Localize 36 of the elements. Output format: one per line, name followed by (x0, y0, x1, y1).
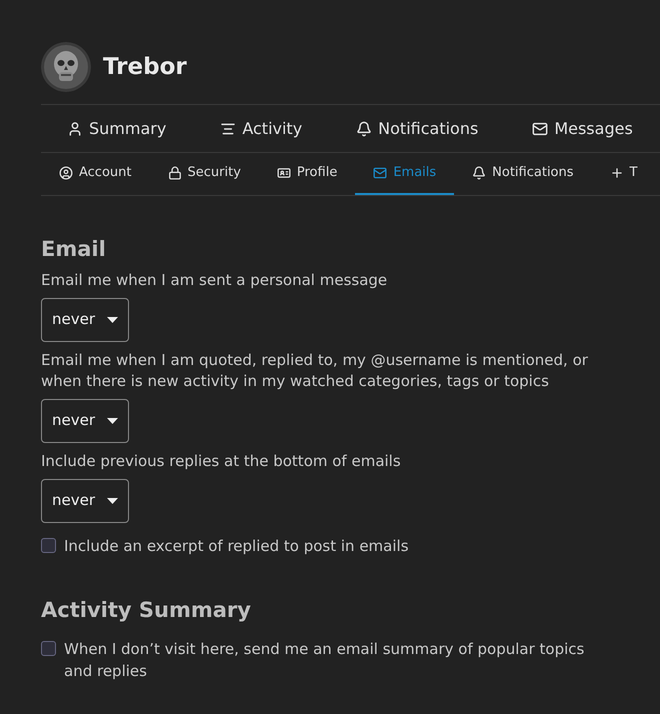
tab[interactable]: Security (150, 153, 259, 195)
bell-icon (472, 166, 486, 180)
plus-icon (610, 166, 624, 180)
section-heading: Activity Summary (41, 596, 252, 624)
lines-icon (220, 120, 236, 136)
caret-icon (107, 316, 118, 322)
caret-icon (107, 418, 118, 424)
nav-item[interactable]: Summary (67, 116, 166, 140)
tab[interactable]: Emails (355, 153, 454, 195)
field-label: Email me when I am sent a personal message (41, 270, 388, 290)
lock-icon (168, 166, 182, 180)
person-circle-icon (59, 166, 73, 180)
envelope-icon (532, 120, 548, 136)
person-icon (67, 120, 83, 136)
section-heading: Email (41, 236, 107, 263)
tab[interactable]: Notifications (454, 153, 592, 195)
checkbox[interactable] (41, 641, 56, 656)
tab[interactable]: T (592, 153, 656, 195)
nav-item[interactable]: Activity (220, 116, 302, 140)
nav-item[interactable]: Messages (532, 116, 633, 140)
checkbox[interactable] (41, 538, 56, 552)
checkbox-label: Include an excerpt of replied to post in emails (64, 536, 409, 556)
tab[interactable]: Profile (258, 153, 356, 195)
user-name: Trebor (103, 52, 187, 82)
dropdown[interactable]: never (41, 298, 130, 342)
field-label: Include previous replies at the bottom of emails (41, 450, 402, 472)
envelope-icon (373, 166, 388, 180)
field-label: Email me when I am quoted, replied to, my @username is mentioned, or when there is new activity in my watched categories, tags or topics (41, 350, 589, 392)
checkbox-label: When I don’t visit here, send me an email summary of popular topics and replies (64, 639, 586, 682)
id-card-icon (276, 166, 291, 180)
dropdown[interactable]: never (41, 478, 130, 522)
caret-icon (107, 498, 118, 504)
dropdown[interactable]: never (41, 398, 130, 442)
bell-icon (356, 120, 372, 136)
tab[interactable]: Account (41, 153, 150, 195)
nav-item[interactable]: Notifications (356, 116, 478, 140)
